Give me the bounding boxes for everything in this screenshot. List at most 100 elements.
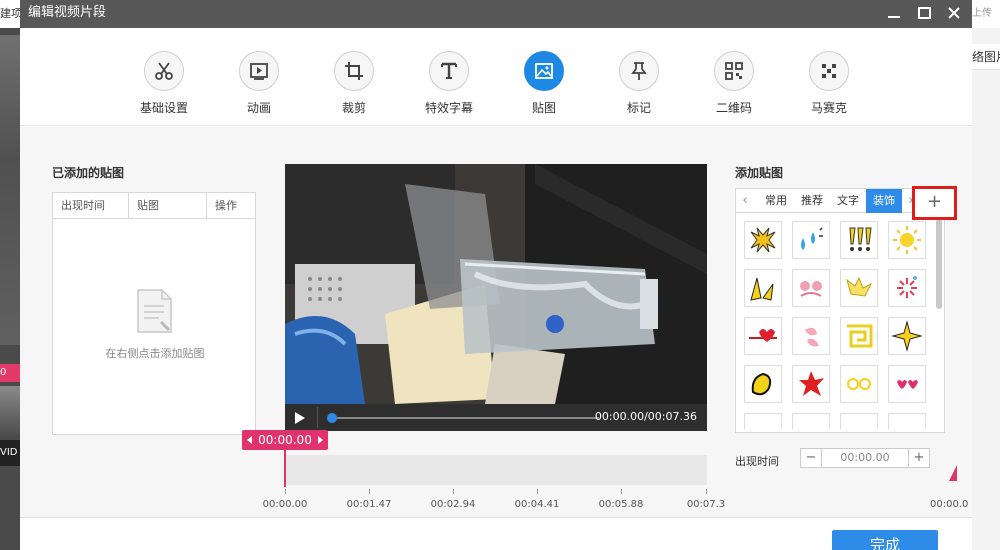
tool-crop[interactable]: 裁剪 — [314, 51, 394, 116]
sticker-item[interactable] — [840, 317, 878, 355]
sticker-item[interactable] — [888, 413, 926, 429]
tool-label: 动画 — [246, 101, 271, 115]
done-button[interactable]: 完成 — [832, 530, 938, 550]
tab-decoration[interactable]: 装饰 — [866, 189, 902, 213]
sticker-item[interactable] — [888, 221, 926, 259]
close-button[interactable] — [942, 2, 966, 24]
crop-icon — [345, 62, 363, 80]
player-time: 00:00.00/00:07.36 — [594, 410, 697, 423]
tab-recommended[interactable]: 推荐 — [794, 189, 830, 213]
zigzag-sticker-icon — [846, 276, 873, 297]
sticker-item[interactable] — [744, 269, 782, 307]
tool-qrcode[interactable]: 二维码 — [694, 51, 774, 116]
tool-sticker[interactable]: 贴图 — [504, 51, 584, 116]
column-header-time: 出现时间 — [53, 193, 129, 219]
timeline-current-time: 00:00.00 — [258, 433, 312, 447]
timeline-track[interactable] — [285, 455, 707, 485]
sticker-item[interactable] — [792, 269, 830, 307]
progress-knob[interactable] — [327, 413, 337, 423]
video-frame-image — [285, 164, 707, 404]
background-left-badge: 0 — [0, 364, 20, 382]
sun-sticker-icon — [893, 226, 921, 254]
burst-sticker-icon — [750, 227, 776, 253]
pink-swirl-sticker-icon — [800, 281, 822, 297]
background-thumbnail-2 — [0, 386, 20, 436]
sticker-item[interactable] — [888, 365, 926, 403]
add-sticker-title: 添加贴图 — [735, 166, 784, 180]
progress-track[interactable] — [331, 417, 599, 419]
tool-label: 裁剪 — [341, 101, 366, 115]
minimize-button[interactable] — [882, 2, 906, 24]
tabs-prev-icon[interactable]: ‹ — [736, 189, 754, 213]
player-controls: 00:00.00/00:07.36 — [285, 404, 707, 431]
triangle-sticker-icon — [750, 277, 774, 301]
background-left-text: 建项 — [0, 0, 20, 28]
text-icon — [441, 62, 457, 79]
sticker-item[interactable] — [840, 269, 878, 307]
tab-text[interactable]: 文字 — [830, 189, 866, 213]
sticker-item[interactable] — [744, 221, 782, 259]
play-icon[interactable] — [295, 412, 305, 424]
timeline-tick — [537, 489, 538, 494]
background-app-right — [972, 0, 1000, 550]
sticker-item[interactable] — [744, 413, 782, 429]
add-sticker-button[interactable]: + — [912, 186, 957, 220]
sticker-item[interactable] — [888, 317, 926, 355]
sticker-item[interactable] — [840, 365, 878, 403]
close-icon — [948, 7, 960, 19]
dialog-footer: 完成 — [20, 517, 972, 550]
video-preview[interactable] — [285, 164, 707, 404]
timeline-tick-label: 00:04.41 — [514, 499, 560, 510]
tool-animation[interactable]: 动画 — [219, 51, 299, 116]
background-right-tab: 络图片 — [972, 44, 1000, 70]
timeline-tick-label: 00:01.47 — [346, 499, 392, 510]
sticker-scrollbar[interactable] — [936, 219, 942, 309]
play-frame-icon — [250, 63, 268, 80]
appear-time-input[interactable]: 00:00.00 — [821, 449, 909, 467]
tool-mark[interactable]: 标记 — [599, 51, 679, 116]
tool-label: 特效字幕 — [424, 101, 473, 115]
maximize-button[interactable] — [912, 2, 936, 24]
tool-mosaic[interactable]: 马赛克 — [789, 51, 869, 116]
chevron-right-icon[interactable] — [318, 436, 323, 444]
increment-button[interactable]: + — [909, 449, 929, 467]
timeline-tick — [453, 489, 454, 494]
window-title: 编辑视频片段 — [28, 5, 107, 20]
timeline-playhead[interactable] — [284, 450, 286, 487]
sticker-item[interactable] — [792, 317, 830, 355]
decrement-button[interactable]: − — [801, 449, 821, 467]
timeline-current-marker[interactable]: 00:00.00 — [242, 430, 328, 450]
hearts-sticker-icon — [897, 380, 918, 389]
edit-video-dialog: 编辑视频片段 基础设置 动画 裁剪 特效字幕 贴图 标记 二维码 马赛克 已添加… — [20, 0, 972, 550]
sticker-item[interactable] — [744, 365, 782, 403]
timeline-tick — [706, 489, 707, 494]
mosaic-icon — [822, 64, 836, 78]
sticker-item[interactable] — [792, 365, 830, 403]
right-timeline-marker[interactable] — [949, 465, 957, 481]
heart-arrow-sticker-icon — [749, 329, 777, 342]
sticker-item[interactable] — [792, 221, 830, 259]
maximize-icon — [917, 7, 931, 19]
sticker-item[interactable] — [840, 221, 878, 259]
sticker-item[interactable] — [792, 413, 830, 429]
sticker-item[interactable] — [744, 317, 782, 355]
scissors-icon — [155, 62, 173, 80]
tool-effect-subtitle[interactable]: 特效字幕 — [409, 51, 489, 116]
timeline-tick-label: 00:00.00 — [262, 499, 308, 510]
red-star-sticker-icon — [799, 371, 824, 396]
timeline-tick-label: 00:07.3 — [686, 499, 726, 510]
sticker-item[interactable] — [840, 413, 878, 429]
tool-basic-settings[interactable]: 基础设置 — [124, 51, 204, 116]
chevron-left-icon[interactable] — [247, 436, 252, 444]
tool-label: 贴图 — [531, 101, 556, 115]
tool-label: 马赛克 — [810, 101, 847, 115]
tab-common[interactable]: 常用 — [758, 189, 794, 213]
empty-state-text: 在右侧点击添加贴图 — [105, 347, 205, 360]
timeline-tick — [285, 489, 286, 494]
sticker-item[interactable] — [888, 269, 926, 307]
table-header: 出现时间 贴图 操作 — [53, 193, 255, 219]
sparkle-sticker-icon — [891, 320, 923, 352]
qrcode-icon — [725, 62, 743, 80]
divider — [317, 407, 318, 428]
tool-tabs: 基础设置 动画 裁剪 特效字幕 贴图 标记 二维码 马赛克 — [20, 28, 972, 126]
